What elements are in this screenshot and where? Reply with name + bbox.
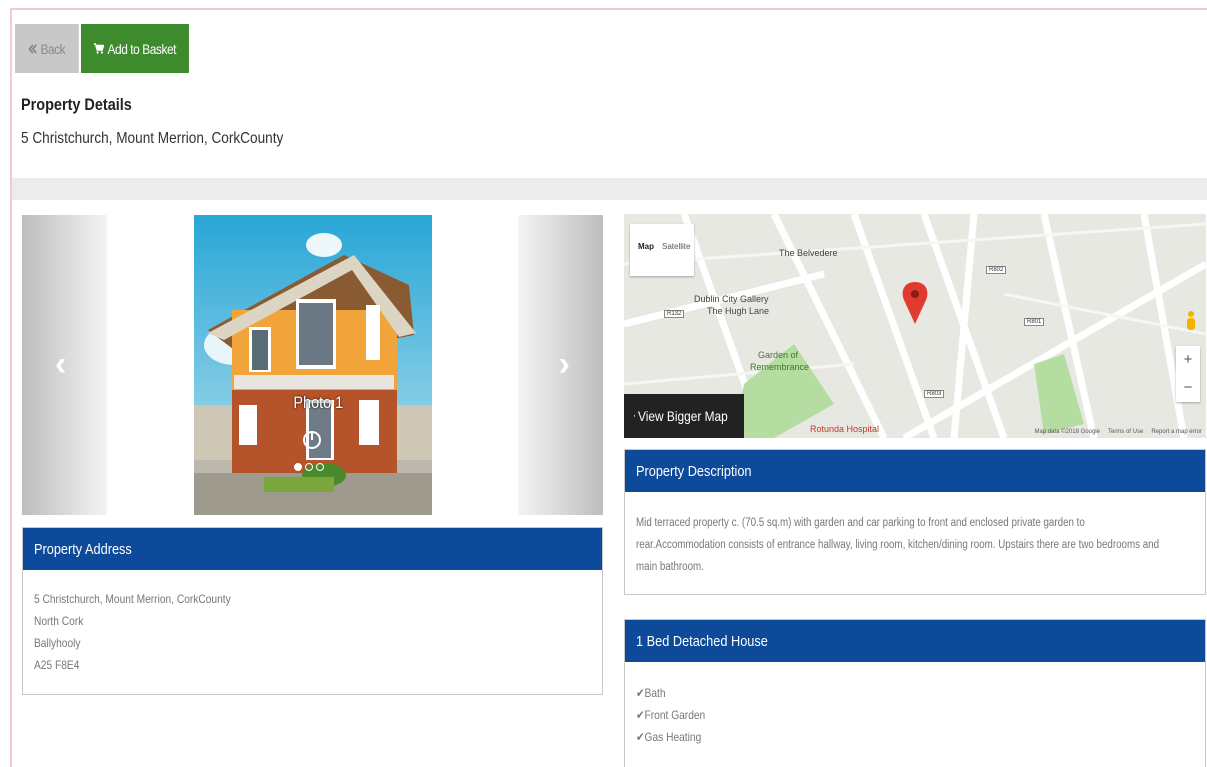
feature-item: ✔Bath	[636, 682, 1194, 704]
feature-list: ✔Bath ✔Front Garden ✔Gas Heating	[625, 662, 1205, 758]
panel-title: Property Description	[636, 462, 752, 480]
description-text: Mid terraced property c. (70.5 sq.m) wit…	[625, 492, 1205, 588]
map-label: The Hugh Lane	[707, 306, 770, 316]
carousel-dot[interactable]	[316, 463, 324, 471]
back-label: Back	[40, 40, 66, 57]
carousel-indicators	[294, 463, 324, 471]
add-to-basket-button[interactable]: Add to Basket	[81, 24, 189, 73]
photo-carousel: ‹ Photo 1 ›	[22, 215, 603, 515]
zoom-control: + −	[1176, 346, 1200, 402]
bigger-map-label: View Bigger Map	[638, 408, 729, 424]
street-view-icon[interactable]	[1184, 310, 1198, 341]
page-address: 5 Christchurch, Mount Merrion, CorkCount…	[21, 130, 284, 147]
section-divider	[12, 178, 1207, 200]
map-footer: Map data ©2018 Google Terms of Use Repor…	[1035, 429, 1203, 435]
carousel-dot[interactable]	[294, 463, 302, 471]
map-label: Rotunda Hospital	[810, 424, 880, 434]
address-line: A25 F8E4	[34, 658, 80, 672]
toolbar: Back Add to Basket	[15, 24, 208, 73]
road-badge: R801	[1024, 318, 1045, 326]
feature-item: ✔Front Garden	[636, 704, 1194, 726]
address-line: North Cork	[34, 614, 84, 628]
check-icon: ✔	[636, 708, 645, 722]
road-badge: R803	[924, 390, 945, 398]
property-photo: Photo 1	[194, 215, 432, 515]
photo-caption: Photo 1	[293, 393, 344, 412]
map-label: Garden of	[758, 350, 799, 360]
zoom-in-button[interactable]: +	[1176, 346, 1200, 374]
view-bigger-map-button[interactable]: View Bigger Map	[624, 394, 744, 438]
carousel-prev-control[interactable]: ‹	[22, 215, 107, 515]
map-type-map[interactable]: Map	[638, 242, 654, 276]
feature-item: ✔Gas Heating	[636, 726, 1194, 748]
property-address-panel: Property Address 5 Christchurch, Mount M…	[22, 527, 603, 695]
address-line: Ballyhooly	[34, 636, 81, 650]
page-title: Property Details	[21, 95, 132, 114]
loading-spinner-icon	[303, 431, 321, 449]
map-data-credit: Map data ©2018 Google	[1034, 429, 1100, 435]
panel-title: Property Address	[34, 540, 132, 558]
check-icon: ✔	[636, 686, 645, 700]
panel-header: Property Description	[625, 450, 1205, 492]
carousel-next-control[interactable]: ›	[518, 215, 603, 515]
double-chevron-left-icon	[28, 43, 37, 54]
zoom-out-button[interactable]: −	[1176, 374, 1200, 402]
carousel-dot[interactable]	[305, 463, 313, 471]
map-type-satellite[interactable]: Satellite	[662, 242, 690, 276]
address-lines: 5 Christchurch, Mount Merrion, CorkCount…	[23, 570, 602, 686]
description-line: main bathroom.	[636, 561, 704, 573]
feature-label: Bath	[644, 686, 666, 700]
property-description-panel: Property Description Mid terraced proper…	[624, 449, 1206, 595]
report-error-link[interactable]: Report a map error	[1151, 429, 1202, 435]
map-label: The Belvedere	[779, 248, 838, 258]
description-line: Mid terraced property c. (70.5 sq.m) wit…	[636, 517, 1085, 529]
chevron-right-icon: ›	[558, 345, 570, 383]
feature-label: Front Garden	[644, 708, 706, 722]
description-line: rear.Accommodation consists of entrance …	[636, 539, 1160, 551]
road-badge: R802	[986, 266, 1007, 274]
location-map[interactable]: Map Satellite The Belvedere Dublin City …	[624, 214, 1206, 438]
terms-link[interactable]: Terms of Use	[1108, 429, 1143, 435]
road-badge: R132	[664, 310, 685, 318]
features-panel: 1 Bed Detached House ✔Bath ✔Front Garden…	[624, 619, 1206, 767]
map-type-control: Map Satellite	[630, 224, 694, 276]
basket-label: Add to Basket	[107, 40, 177, 57]
feature-label: Gas Heating	[644, 730, 702, 744]
address-line: 5 Christchurch, Mount Merrion, CorkCount…	[34, 592, 231, 606]
cart-icon	[93, 43, 105, 54]
panel-header: Property Address	[23, 528, 602, 570]
chevron-left-icon: ‹	[55, 345, 67, 383]
map-label: Dublin City Gallery	[694, 294, 769, 304]
map-marker-icon	[634, 414, 636, 418]
back-button[interactable]: Back	[15, 24, 79, 73]
check-icon: ✔	[636, 730, 645, 744]
map-label: Remembrance	[750, 362, 810, 372]
panel-header: 1 Bed Detached House	[625, 620, 1205, 662]
panel-title: 1 Bed Detached House	[636, 632, 768, 650]
